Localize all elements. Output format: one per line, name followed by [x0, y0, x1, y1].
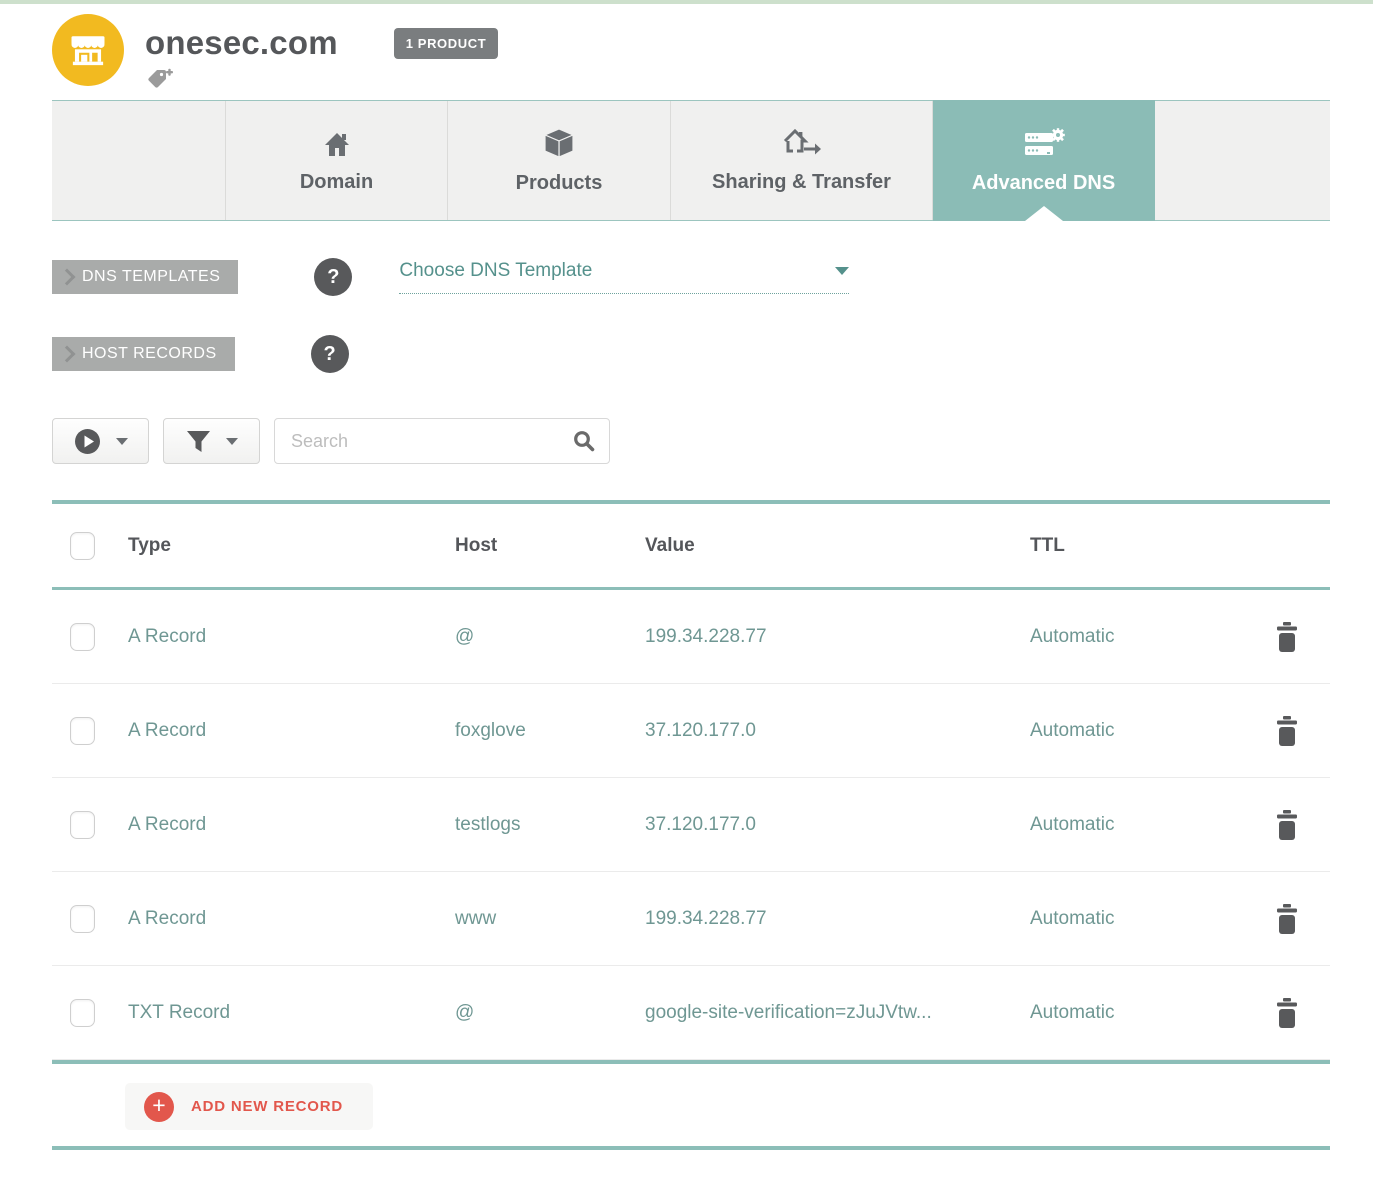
chevron-down-icon [226, 438, 238, 445]
page-title: onesec.com [145, 24, 338, 62]
filter-button[interactable] [163, 418, 260, 464]
tab-sharing-transfer-label: Sharing & Transfer [712, 171, 891, 194]
house-arrow-icon [782, 127, 822, 158]
chevron-down-icon [835, 267, 849, 275]
row-checkbox[interactable] [70, 717, 95, 745]
play-circle-icon [74, 428, 101, 455]
tab-domain[interactable]: Domain [226, 101, 448, 220]
dns-templates-section: DNS TEMPLATES ? Choose DNS Template [52, 258, 1330, 296]
server-gear-icon [1023, 127, 1065, 159]
column-header-ttl: TTL [1030, 535, 1275, 557]
record-host[interactable]: www [455, 908, 645, 930]
trash-icon [1275, 810, 1299, 840]
trash-icon [1275, 904, 1299, 934]
table-row: A Record @ 199.34.228.77 Automatic [52, 590, 1330, 684]
page-bottom-border [52, 1146, 1330, 1150]
table-row: A Record testlogs 37.120.177.0 Automatic [52, 778, 1330, 872]
record-ttl[interactable]: Automatic [1030, 626, 1275, 648]
row-checkbox[interactable] [70, 623, 95, 651]
tab-filler-right [1155, 101, 1330, 220]
product-count-badge: 1 PRODUCT [394, 28, 499, 59]
record-value[interactable]: google-site-verification=zJuJVtw... [645, 1002, 1030, 1024]
tab-filler-left [52, 101, 226, 220]
add-tag-icon[interactable] [147, 67, 498, 94]
host-records-section: HOST RECORDS ? [52, 335, 1330, 373]
record-host[interactable]: @ [455, 626, 645, 648]
storefront-logo [52, 14, 124, 86]
dns-template-dropdown-label: Choose DNS Template [399, 260, 592, 282]
record-value[interactable]: 199.34.228.77 [645, 626, 1030, 648]
record-type[interactable]: A Record [128, 814, 455, 836]
dns-templates-help-icon[interactable]: ? [314, 258, 352, 296]
record-value[interactable]: 37.120.177.0 [645, 720, 1030, 742]
trash-icon [1275, 998, 1299, 1028]
column-header-value: Value [645, 535, 1030, 557]
row-checkbox[interactable] [70, 905, 95, 933]
search-icon[interactable] [572, 429, 596, 453]
search-input[interactable] [274, 418, 610, 464]
host-records-help-icon[interactable]: ? [311, 335, 349, 373]
domain-header: onesec.com 1 PRODUCT [52, 4, 1330, 100]
add-record-section: + ADD NEW RECORD [52, 1064, 1330, 1146]
table-row: A Record foxglove 37.120.177.0 Automatic [52, 684, 1330, 778]
delete-record-button[interactable] [1275, 904, 1299, 934]
dns-template-dropdown[interactable]: Choose DNS Template [399, 260, 849, 294]
trash-icon [1275, 622, 1299, 652]
box-icon [542, 127, 576, 159]
tab-sharing-transfer[interactable]: Sharing & Transfer [671, 101, 933, 220]
add-new-record-button[interactable]: + ADD NEW RECORD [125, 1083, 373, 1130]
record-host[interactable]: testlogs [455, 814, 645, 836]
record-type[interactable]: A Record [128, 908, 455, 930]
delete-record-button[interactable] [1275, 716, 1299, 746]
records-toolbar [52, 418, 1330, 464]
row-checkbox[interactable] [70, 811, 95, 839]
table-row: TXT Record @ google-site-verification=zJ… [52, 966, 1330, 1060]
table-row: A Record www 199.34.228.77 Automatic [52, 872, 1330, 966]
record-ttl[interactable]: Automatic [1030, 720, 1275, 742]
tab-products[interactable]: Products [448, 101, 671, 220]
bulk-actions-button[interactable] [52, 418, 149, 464]
tab-advanced-dns[interactable]: Advanced DNS [933, 100, 1155, 221]
add-new-record-label: ADD NEW RECORD [191, 1098, 343, 1115]
record-type[interactable]: A Record [128, 626, 455, 648]
row-checkbox[interactable] [70, 999, 95, 1027]
storefront-icon [66, 29, 110, 71]
record-ttl[interactable]: Automatic [1030, 1002, 1275, 1024]
delete-record-button[interactable] [1275, 622, 1299, 652]
record-host[interactable]: @ [455, 1002, 645, 1024]
tab-bar: Domain Products Sharing & Transfer [52, 100, 1330, 221]
tab-products-label: Products [516, 172, 603, 195]
record-type[interactable]: TXT Record [128, 1002, 455, 1024]
record-ttl[interactable]: Automatic [1030, 908, 1275, 930]
column-header-type: Type [128, 535, 455, 557]
dns-templates-ribbon: DNS TEMPLATES [52, 260, 238, 294]
record-type[interactable]: A Record [128, 720, 455, 742]
chevron-down-icon [116, 438, 128, 445]
delete-record-button[interactable] [1275, 810, 1299, 840]
delete-record-button[interactable] [1275, 998, 1299, 1028]
host-records-ribbon: HOST RECORDS [52, 337, 235, 371]
plus-icon: + [144, 1092, 174, 1122]
host-records-table: Type Host Value TTL A Record @ 199.34.22… [52, 500, 1330, 1064]
trash-icon [1275, 716, 1299, 746]
house-icon [321, 128, 353, 158]
column-header-host: Host [455, 535, 645, 557]
record-value[interactable]: 37.120.177.0 [645, 814, 1030, 836]
tab-domain-label: Domain [300, 171, 373, 194]
tab-advanced-dns-label: Advanced DNS [972, 172, 1115, 195]
record-ttl[interactable]: Automatic [1030, 814, 1275, 836]
record-value[interactable]: 199.34.228.77 [645, 908, 1030, 930]
funnel-icon [186, 429, 211, 453]
record-host[interactable]: foxglove [455, 720, 645, 742]
table-header-row: Type Host Value TTL [52, 504, 1330, 590]
select-all-checkbox[interactable] [70, 532, 95, 560]
